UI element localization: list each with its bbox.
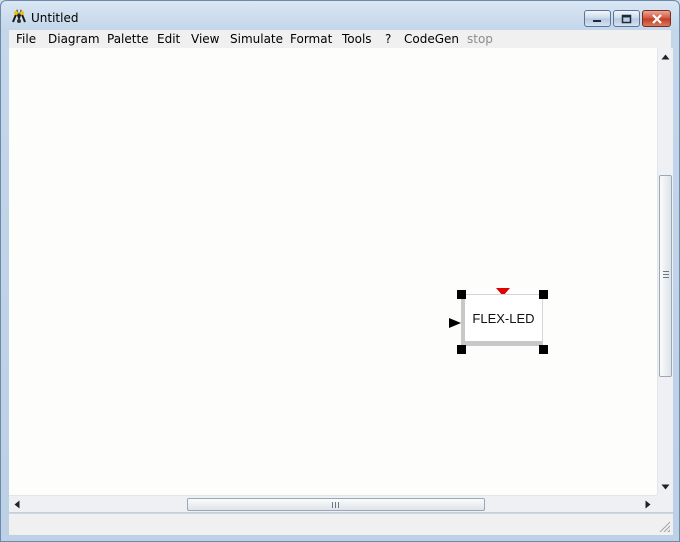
menu-file[interactable]: File <box>16 32 36 46</box>
menu-edit[interactable]: Edit <box>157 32 180 46</box>
menu-stop: stop <box>467 32 493 46</box>
menu-format[interactable]: Format <box>290 32 332 46</box>
scroll-down-icon[interactable] <box>661 484 670 490</box>
close-button[interactable] <box>642 10 671 27</box>
regular-input-port[interactable] <box>449 318 461 328</box>
status-bar <box>9 513 673 535</box>
menu-bar: File Diagram Palette Edit View Simulate … <box>9 30 671 48</box>
maximize-icon <box>621 14 632 23</box>
menu-simulate[interactable]: Simulate <box>230 32 283 46</box>
menu-codegen[interactable]: CodeGen <box>404 32 459 46</box>
scilab-app-icon <box>12 9 26 23</box>
scroll-left-icon[interactable] <box>14 500 20 509</box>
scroll-up-icon[interactable] <box>661 54 670 60</box>
flex-led-block[interactable]: FLEX-LED <box>461 294 543 346</box>
horizontal-scrollbar[interactable] <box>9 495 657 512</box>
menu-palette[interactable]: Palette <box>107 32 149 46</box>
vertical-scrollbar[interactable] <box>657 48 673 495</box>
grip-icon <box>332 502 339 508</box>
menu-diagram[interactable]: Diagram <box>48 32 100 46</box>
window-title: Untitled <box>31 11 79 25</box>
resize-grip-icon[interactable] <box>658 520 670 532</box>
selection-handle-bottom-left[interactable] <box>457 345 466 354</box>
block-label: FLEX-LED <box>472 310 535 326</box>
grip-icon <box>663 271 669 278</box>
application-window: Untitled File Diagram Palette Edit View … <box>0 0 680 542</box>
selection-handle-bottom-right[interactable] <box>539 345 548 354</box>
selection-handle-top-right[interactable] <box>539 290 548 299</box>
selection-handle-top-left[interactable] <box>457 290 466 299</box>
title-bar[interactable]: Untitled <box>1 1 679 31</box>
close-icon <box>651 13 662 24</box>
minimize-icon <box>593 19 601 22</box>
maximize-button[interactable] <box>613 10 640 27</box>
menu-tools[interactable]: Tools <box>342 32 372 46</box>
minimize-button[interactable] <box>584 10 611 27</box>
diagram-canvas[interactable]: FLEX-LED <box>9 48 657 495</box>
scrollbar-corner <box>657 495 673 512</box>
scroll-right-icon[interactable] <box>645 500 651 509</box>
vertical-scroll-thumb[interactable] <box>659 175 672 377</box>
horizontal-scroll-thumb[interactable] <box>187 498 485 511</box>
menu-view[interactable]: View <box>191 32 219 46</box>
menu-help[interactable]: ? <box>385 32 391 46</box>
